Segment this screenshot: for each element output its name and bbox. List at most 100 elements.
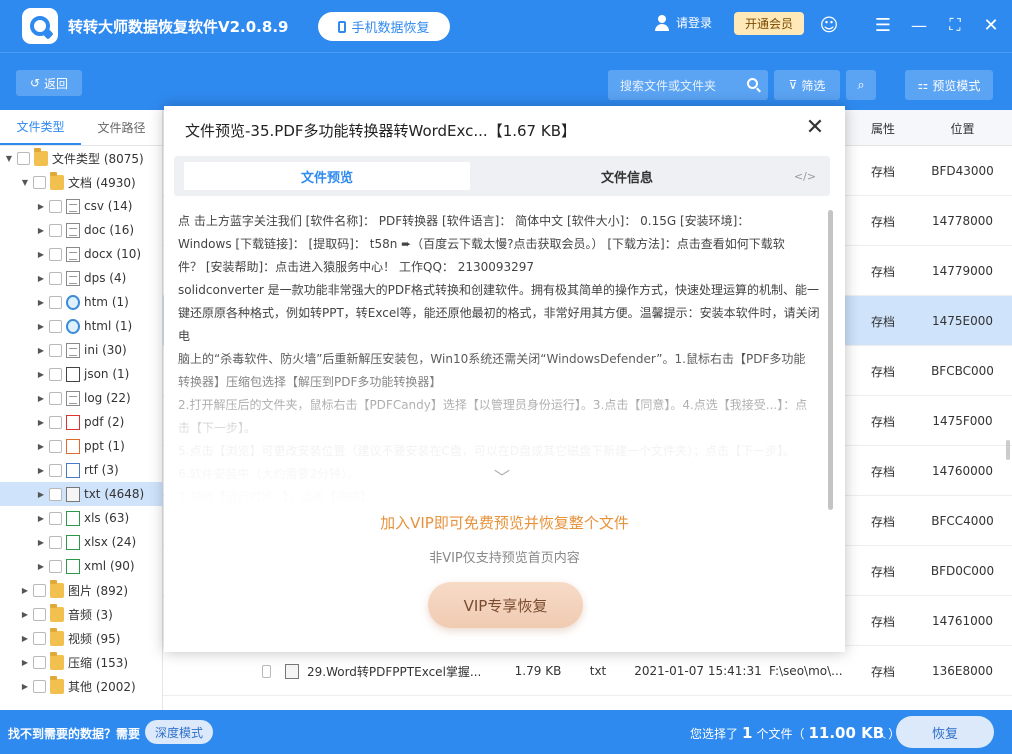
filter-button[interactable]: ⊽ 筛选 xyxy=(774,70,840,100)
tree-item[interactable]: ▶ xml (90) xyxy=(0,554,163,578)
tree-item[interactable]: ▶ htm (1) xyxy=(0,290,163,314)
tree-item[interactable]: ▼ 文件类型 (8075) xyxy=(0,146,163,170)
chevron-down-icon[interactable]: ▼ xyxy=(4,154,14,163)
tree-checkbox[interactable] xyxy=(49,319,62,333)
tree-checkbox[interactable] xyxy=(33,175,46,189)
tree-item[interactable]: ▶ html (1) xyxy=(0,314,163,338)
tree-item[interactable]: ▼ 文档 (4930) xyxy=(0,170,163,194)
column-position[interactable]: 位置 xyxy=(913,110,1012,146)
chevron-right-icon[interactable]: ▶ xyxy=(20,658,30,667)
tree-item[interactable]: ▶ dps (4) xyxy=(0,266,163,290)
tree-checkbox[interactable] xyxy=(49,535,62,549)
tree-item[interactable]: ▶ ini (30) xyxy=(0,338,163,362)
tree-checkbox[interactable] xyxy=(33,607,46,621)
chevron-right-icon[interactable]: ▶ xyxy=(36,538,46,547)
chevron-right-icon[interactable]: ▶ xyxy=(36,346,46,355)
chevron-right-icon[interactable]: ▶ xyxy=(20,682,30,691)
tree-checkbox[interactable] xyxy=(49,463,62,477)
close-icon[interactable]: ✕ xyxy=(804,115,826,140)
table-row[interactable]: 29.Word转PDFPPTExcel掌握... 1.79 KB txt 2021-0… xyxy=(163,646,1012,696)
tree-checkbox[interactable] xyxy=(49,271,62,285)
tree-item[interactable]: ▶ pdf (2) xyxy=(0,410,163,434)
tree-item[interactable]: ▶ 其他 (2002) xyxy=(0,674,163,698)
chevron-right-icon[interactable]: ▶ xyxy=(36,274,46,283)
chevron-down-icon[interactable]: ▼ xyxy=(20,178,30,187)
login-link[interactable]: 请登录 xyxy=(654,14,712,31)
chevron-right-icon[interactable]: ▶ xyxy=(36,490,46,499)
tree-checkbox[interactable] xyxy=(49,487,62,501)
chevron-right-icon[interactable]: ▶ xyxy=(36,202,46,211)
tree-checkbox[interactable] xyxy=(49,439,62,453)
minimize-icon[interactable]: — xyxy=(908,14,930,36)
chevron-right-icon[interactable]: ▶ xyxy=(36,394,46,403)
tree-checkbox[interactable] xyxy=(49,247,62,261)
close-window-icon[interactable]: ✕ xyxy=(980,14,1002,36)
open-vip-button[interactable]: 开通会员 xyxy=(734,12,804,35)
recover-button[interactable]: 恢复 xyxy=(896,716,994,748)
chevron-right-icon[interactable]: ▶ xyxy=(36,442,46,451)
tab-file-preview[interactable]: 文件预览 xyxy=(184,162,470,190)
chevron-right-icon[interactable]: ▶ xyxy=(20,610,30,619)
menu-icon[interactable]: ☰ xyxy=(872,14,894,36)
row-checkbox[interactable] xyxy=(262,664,271,678)
tree-item[interactable]: ▶ docx (10) xyxy=(0,242,163,266)
tab-file-info[interactable]: 文件信息 xyxy=(474,162,780,190)
chevron-right-icon[interactable]: ▶ xyxy=(20,586,30,595)
tree-item[interactable]: ▶ log (22) xyxy=(0,386,163,410)
maximize-icon[interactable]: ⛶ xyxy=(944,14,966,36)
search-icon[interactable] xyxy=(747,78,758,89)
headset-icon[interactable]: ☺ xyxy=(818,14,840,36)
tree-checkbox[interactable] xyxy=(49,415,62,429)
tree-checkbox[interactable] xyxy=(49,511,62,525)
chevron-right-icon[interactable]: ▶ xyxy=(36,226,46,235)
tree-item[interactable]: ▶ csv (14) xyxy=(0,194,163,218)
tree-checkbox[interactable] xyxy=(49,343,62,357)
tab-file-path[interactable]: 文件路径 xyxy=(81,110,162,145)
tree-item[interactable]: ▶ ppt (1) xyxy=(0,434,163,458)
chevron-right-icon[interactable]: ▶ xyxy=(20,634,30,643)
tree-checkbox[interactable] xyxy=(17,151,30,165)
deep-mode-button[interactable]: 深度模式 xyxy=(145,720,213,744)
preview-mode-button[interactable]: ⚏ 预览模式 xyxy=(905,70,993,100)
chevron-right-icon[interactable]: ▶ xyxy=(36,322,46,331)
tree-checkbox[interactable] xyxy=(49,199,62,213)
tree-checkbox[interactable] xyxy=(49,559,62,573)
vip-recover-button[interactable]: VIP专享恢复 xyxy=(428,582,583,628)
tree-checkbox[interactable] xyxy=(49,391,62,405)
tree-item[interactable]: ▶ 压缩 (153) xyxy=(0,650,163,674)
tree-checkbox[interactable] xyxy=(33,655,46,669)
chevron-right-icon[interactable]: ▶ xyxy=(36,562,46,571)
chevron-right-icon[interactable]: ▶ xyxy=(36,250,46,259)
tree-item[interactable]: ▶ rtf (3) xyxy=(0,458,163,482)
tree-item[interactable]: ▶ xlsx (24) xyxy=(0,530,163,554)
filter-label: 筛选 xyxy=(801,78,826,93)
tab-code-view[interactable]: </> xyxy=(780,162,830,190)
chevron-right-icon[interactable]: ▶ xyxy=(36,370,46,379)
chevron-right-icon[interactable]: ▶ xyxy=(36,514,46,523)
tree-item[interactable]: ▶ 音频 (3) xyxy=(0,602,163,626)
tree-checkbox[interactable] xyxy=(49,367,62,381)
tree-item[interactable]: ▶ 图片 (892) xyxy=(0,578,163,602)
back-button[interactable]: ↺ 返回 xyxy=(16,70,82,96)
tree-checkbox[interactable] xyxy=(33,631,46,645)
chevron-right-icon[interactable]: ▶ xyxy=(36,418,46,427)
tree-checkbox[interactable] xyxy=(49,295,62,309)
tree-item[interactable]: ▶ txt (4648) xyxy=(0,482,163,506)
tab-file-type[interactable]: 文件类型 xyxy=(0,110,81,145)
tree-checkbox[interactable] xyxy=(33,583,46,597)
chevron-up-icon[interactable]: ︿ xyxy=(876,726,886,741)
search-input[interactable]: 搜索文件或文件夹 xyxy=(608,70,768,100)
tree-checkbox[interactable] xyxy=(49,223,62,237)
preview-scrollbar[interactable] xyxy=(828,210,833,510)
chevron-right-icon[interactable]: ▶ xyxy=(36,466,46,475)
column-attr[interactable]: 属性 xyxy=(853,110,913,146)
mobile-recovery-button[interactable]: 手机数据恢复 xyxy=(318,12,450,41)
tree-checkbox[interactable] xyxy=(33,679,46,693)
tree-item[interactable]: ▶ doc (16) xyxy=(0,218,163,242)
list-scrollbar[interactable] xyxy=(1006,440,1010,460)
search-list-button[interactable]: ⌕ xyxy=(846,70,876,100)
tree-item[interactable]: ▶ 视频 (95) xyxy=(0,626,163,650)
tree-item[interactable]: ▶ xls (63) xyxy=(0,506,163,530)
chevron-right-icon[interactable]: ▶ xyxy=(36,298,46,307)
tree-item[interactable]: ▶ json (1) xyxy=(0,362,163,386)
